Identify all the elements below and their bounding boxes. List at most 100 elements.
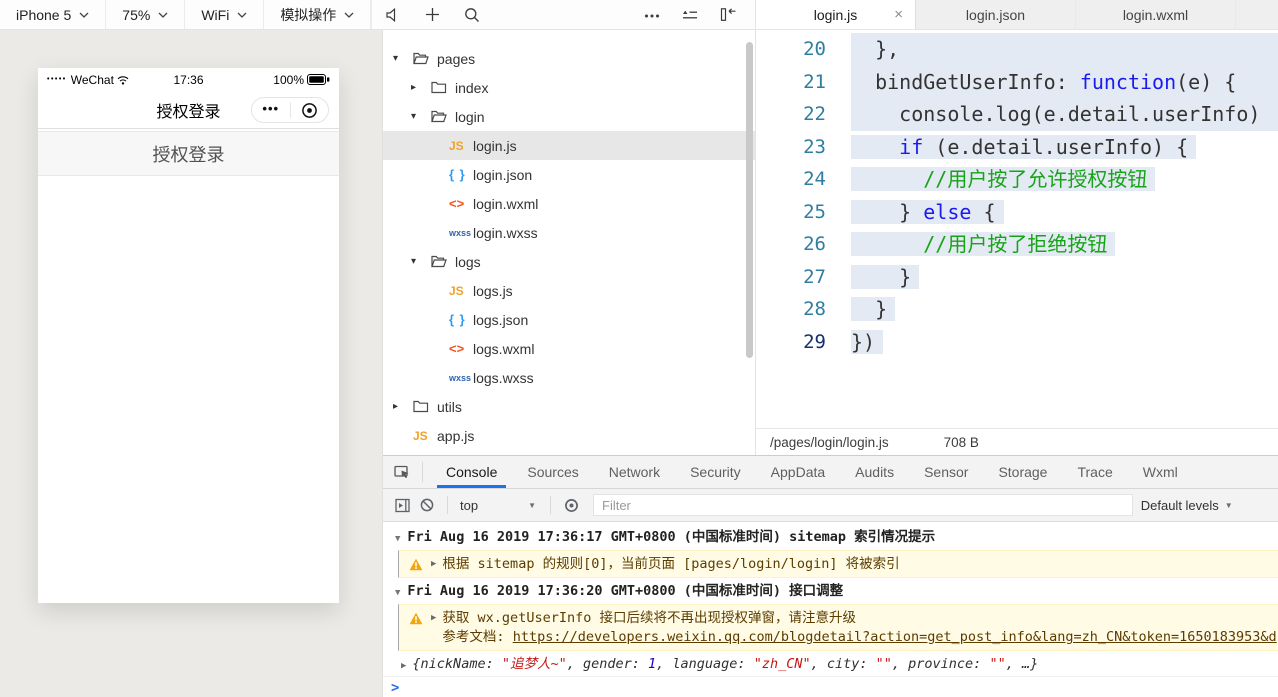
tree-item-login[interactable]: ▾ login xyxy=(383,102,755,131)
tree-item-app.js[interactable]: JS app.js xyxy=(383,421,755,450)
capsule-close-button[interactable] xyxy=(291,102,329,119)
tree-item-index[interactable]: ▸ index xyxy=(383,73,755,102)
code-area[interactable]: 20 }, 21 bindGetUserInfo: function(e) {22… xyxy=(756,30,1278,428)
clock-label: 17:36 xyxy=(173,72,204,87)
folder-closed-icon xyxy=(431,81,455,94)
line-number: 21 xyxy=(803,70,826,93)
warning-icon xyxy=(409,558,423,571)
chevron-right-icon[interactable]: ▸ xyxy=(411,82,431,93)
eye-icon[interactable] xyxy=(559,497,583,514)
chevron-down-icon[interactable]: ▾ xyxy=(393,53,413,64)
console-sidebar-icon[interactable] xyxy=(391,498,415,513)
editor-tab-login.js[interactable]: login.js × xyxy=(756,0,916,29)
console-log-row[interactable]: ▶ {nickName: "追梦人~", gender: 1, language:… xyxy=(383,651,1278,677)
outline-icon[interactable] xyxy=(682,8,698,21)
tree-item-label: logs.wxss xyxy=(473,369,534,386)
expand-icon[interactable]: ▶ xyxy=(401,661,406,671)
debugger-tab-label: Trace xyxy=(1077,464,1113,480)
debugger-tab-security[interactable]: Security xyxy=(675,456,756,488)
zoom-select[interactable]: 75% xyxy=(106,0,186,29)
prompt-chevron-icon: > xyxy=(391,680,400,696)
debugger-tab-storage[interactable]: Storage xyxy=(983,456,1062,488)
console-warning-row[interactable]: ▶ 获取 wx.getUserInfo 接口后续将不再出现授权弹窗，请注意升级 参考… xyxy=(398,604,1278,651)
search-button[interactable] xyxy=(452,0,492,29)
console-group-row[interactable]: ▼ Fri Aug 16 2019 17:36:20 GMT+0800 (中国标准… xyxy=(383,578,1278,604)
debugger-tab-wxml[interactable]: Wxml xyxy=(1128,456,1193,488)
warning-line: 根据 sitemap 的规则[0]，当前页面 [pages/login/logi… xyxy=(442,556,900,572)
tree-item-login.json[interactable]: { } login.json xyxy=(383,160,755,189)
debugger-tab-label: Security xyxy=(690,464,741,480)
editor-tab-label: login.js xyxy=(813,6,858,23)
debugger-tab-appdata[interactable]: AppData xyxy=(756,456,840,488)
selection-highlight: } else { xyxy=(851,199,1004,224)
log-levels-label: Default levels xyxy=(1140,497,1219,513)
add-compile-mode-button[interactable] xyxy=(412,0,452,29)
line-number: 25 xyxy=(803,200,826,223)
tree-scrollbar-thumb[interactable] xyxy=(746,42,753,358)
capsule-more-button[interactable]: ••• xyxy=(252,102,290,119)
editor-tab-login.json[interactable]: login.json xyxy=(916,0,1076,29)
collapse-editor-icon[interactable] xyxy=(720,7,737,22)
console-prompt[interactable]: > xyxy=(383,677,1278,697)
chevron-down-icon[interactable]: ▼ xyxy=(395,534,400,544)
mute-button[interactable] xyxy=(372,0,412,29)
tree-item-logs.json[interactable]: { } logs.json xyxy=(383,305,755,334)
tree-item-login.wxss[interactable]: wxss login.wxss xyxy=(383,218,755,247)
tree-item-login.wxml[interactable]: <> login.wxml xyxy=(383,189,755,218)
tree-item-logs.js[interactable]: JS logs.js xyxy=(383,276,755,305)
tree-item-logs.wxss[interactable]: wxss logs.wxss xyxy=(383,363,755,392)
debugger-tab-sources[interactable]: Sources xyxy=(512,456,593,488)
chevron-down-icon xyxy=(79,12,89,18)
chevron-right-icon[interactable]: ▸ xyxy=(393,401,413,412)
line-number: 29 xyxy=(803,330,826,353)
tree-item-label: login.wxss xyxy=(473,224,538,241)
close-icon[interactable]: × xyxy=(894,6,903,21)
log-levels-selector[interactable]: Default levels ▼ xyxy=(1141,498,1233,513)
tree-item-label: login xyxy=(455,108,485,125)
inspect-element-button[interactable] xyxy=(390,456,414,488)
code-line: 26 //用户按了拒绝按钮 xyxy=(756,228,1278,261)
tree-item-login.js[interactable]: JS login.js xyxy=(383,131,755,160)
capsule-menu: ••• xyxy=(251,97,329,123)
chevron-down-icon[interactable]: ▼ xyxy=(395,588,400,598)
debugger-tab-label: Sensor xyxy=(924,464,969,480)
selection-highlight: }, xyxy=(851,33,1278,66)
debugger-tab-network[interactable]: Network xyxy=(594,456,675,488)
warning-doc-link[interactable]: https://developers.weixin.qq.com/blogdet… xyxy=(513,629,1277,645)
chevron-down-icon[interactable]: ▾ xyxy=(411,256,431,267)
dropdown-label: WiFi xyxy=(201,6,230,23)
network-select[interactable]: WiFi xyxy=(185,0,265,29)
editor-tab-login.wxml[interactable]: login.wxml xyxy=(1076,0,1236,29)
console-warning-row[interactable]: ▶ 根据 sitemap 的规则[0]，当前页面 [pages/login/log… xyxy=(398,550,1278,578)
plus-icon xyxy=(425,7,440,22)
code-text: } xyxy=(826,293,1278,326)
tree-item-label: logs.json xyxy=(473,311,529,328)
simulate-actions-select[interactable]: 模拟操作 xyxy=(264,0,372,29)
authorize-login-button[interactable]: 授权登录 xyxy=(38,131,339,176)
filter-input[interactable] xyxy=(593,494,1133,516)
debugger-tab-audits[interactable]: Audits xyxy=(840,456,909,488)
chevron-down-icon[interactable]: ▾ xyxy=(411,111,431,122)
tree-item-logs[interactable]: ▾ logs xyxy=(383,247,755,276)
expand-icon[interactable]: ▶ xyxy=(431,609,436,628)
file-size-label: 708 B xyxy=(943,434,979,450)
code-text: } xyxy=(826,261,1278,294)
console-group-row[interactable]: ▼ Fri Aug 16 2019 17:36:17 GMT+0800 (中国标准… xyxy=(383,524,1278,550)
more-button[interactable] xyxy=(644,8,660,22)
toolbar-right-icons xyxy=(644,0,755,29)
debugger-tab-trace[interactable]: Trace xyxy=(1062,456,1127,488)
js-file-icon: JS xyxy=(449,138,464,153)
tree-item-utils[interactable]: ▸ utils xyxy=(383,392,755,421)
context-selector[interactable]: top ▼ xyxy=(456,498,542,513)
tree-item-logs.wxml[interactable]: <> logs.wxml xyxy=(383,334,755,363)
debugger-tab-console[interactable]: Console xyxy=(431,456,512,488)
tree-item-label: login.js xyxy=(473,137,517,154)
clear-console-button[interactable] xyxy=(415,497,439,513)
folder-closed-icon xyxy=(413,400,437,413)
expand-icon[interactable]: ▶ xyxy=(431,555,436,574)
tree-item-label: logs.wxml xyxy=(473,340,535,357)
debugger-tab-sensor[interactable]: Sensor xyxy=(909,456,983,488)
tree-item-pages[interactable]: ▾ pages xyxy=(383,44,755,73)
device-select[interactable]: iPhone 5 xyxy=(0,0,107,29)
